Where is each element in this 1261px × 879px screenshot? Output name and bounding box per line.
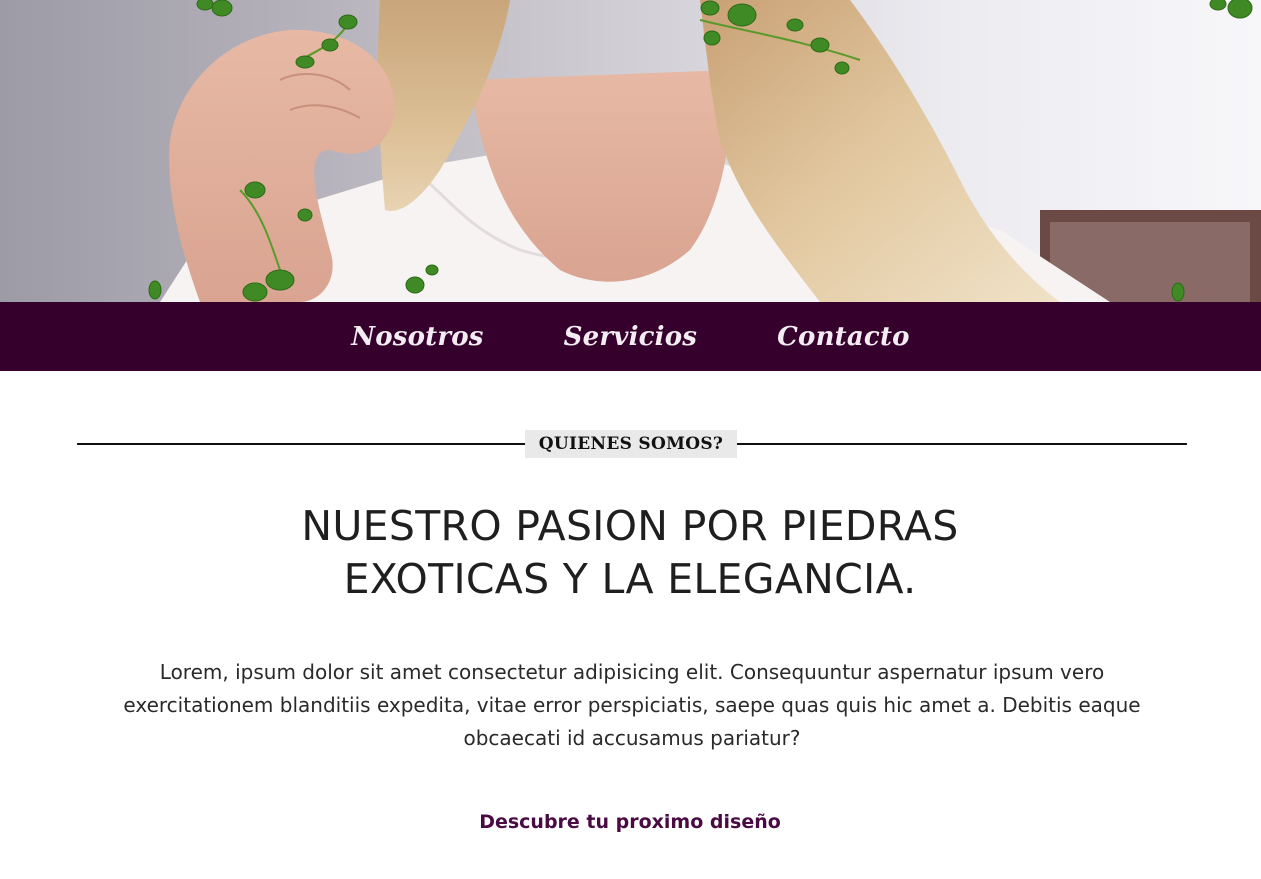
hero-illustration [0,0,1261,302]
section-headline: NUESTRO PASION POR PIEDRAS EXOTICAS Y LA… [180,500,1080,606]
page: Nosotros Servicios Contacto QUIENES SOMO… [0,0,1261,879]
nav-item-contacto[interactable]: Contacto [777,322,910,352]
hero-image [0,0,1261,302]
nav-item-nosotros[interactable]: Nosotros [351,322,483,352]
section-divider: QUIENES SOMOS? [77,430,1187,458]
discover-design-link[interactable]: Descubre tu proximo diseño [380,811,880,833]
nav-item-servicios[interactable]: Servicios [564,322,698,352]
section-label: QUIENES SOMOS? [525,430,737,458]
section-body-text: Lorem, ipsum dolor sit amet consectetur … [123,660,1141,750]
headline-line-1: NUESTRO PASION POR PIEDRAS [301,502,959,550]
headline-line-2: EXOTICAS Y LA ELEGANCIA. [343,555,917,603]
main-nav: Nosotros Servicios Contacto [0,302,1261,371]
